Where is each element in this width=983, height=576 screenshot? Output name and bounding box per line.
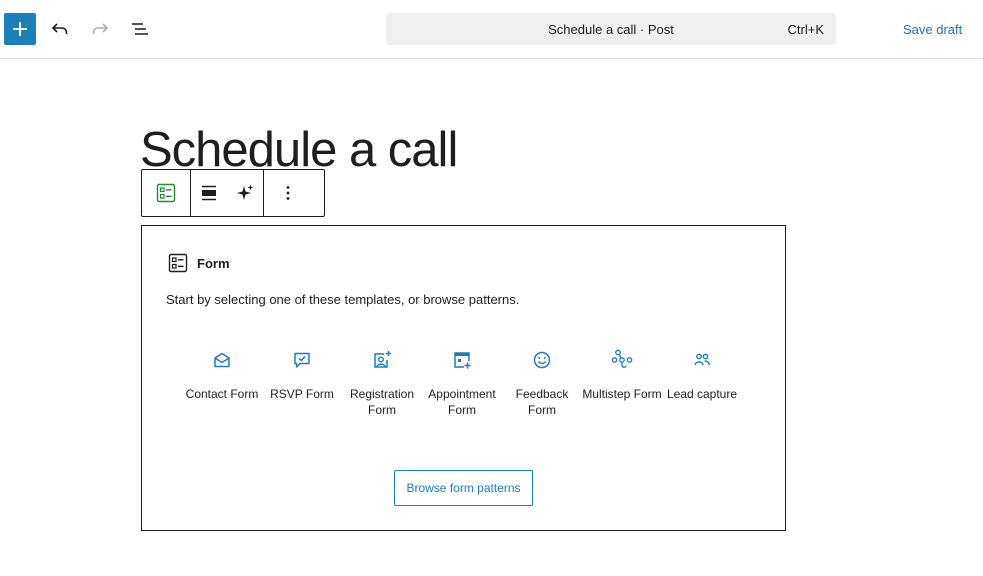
template-label: Registration Form (349, 387, 415, 417)
browse-form-patterns-button[interactable]: Browse form patterns (394, 470, 533, 506)
smiley-icon (533, 351, 551, 369)
template-registration-form[interactable]: Registration Form (342, 348, 422, 418)
calendar-add-icon (454, 352, 471, 369)
template-rsvp-form[interactable]: RSVP Form (262, 348, 342, 418)
form-icon (168, 253, 188, 273)
add-block-button[interactable] (4, 13, 36, 45)
save-draft-button[interactable]: Save draft (903, 22, 962, 37)
keyboard-shortcut: Ctrl+K (787, 22, 824, 37)
form-block-placeholder[interactable]: Form Start by selecting one of these tem… (141, 225, 786, 531)
template-label: RSVP Form (270, 387, 334, 401)
document-title: Schedule a call · Post (548, 21, 674, 37)
redo-button[interactable] (85, 14, 115, 44)
block-type-group (142, 170, 191, 216)
form-templates: Contact Form RSVP Form Registration Form… (182, 348, 742, 418)
ai-assistant-button[interactable] (227, 170, 263, 216)
template-label: Multistep Form (582, 387, 662, 401)
options-group (264, 170, 312, 216)
people-icon (694, 353, 711, 366)
template-feedback-form[interactable]: Feedback Form (502, 348, 582, 418)
form-instructions: Start by selecting one of these template… (166, 292, 520, 307)
template-label: Contact Form (185, 387, 259, 401)
undo-button[interactable] (45, 14, 75, 44)
user-add-icon (374, 351, 391, 368)
form-block-type-button[interactable] (142, 170, 190, 216)
undo-icon (51, 23, 68, 34)
redo-icon (92, 23, 109, 34)
template-multistep-form[interactable]: Multistep Form (582, 348, 662, 418)
template-lead-capture[interactable]: Lead capture (662, 348, 742, 418)
template-appointment-form[interactable]: Appointment Form (422, 348, 502, 418)
align-ai-group (191, 170, 264, 216)
template-label: Appointment Form (428, 387, 496, 417)
document-overview-button[interactable] (125, 14, 155, 44)
align-wide-icon (202, 185, 216, 201)
command-palette-bar[interactable]: Schedule a call · Post Ctrl+K (386, 13, 836, 45)
template-contact-form[interactable]: Contact Form (182, 348, 262, 418)
form-block-header: Form (168, 253, 230, 273)
list-view-icon (132, 23, 148, 35)
block-toolbar (141, 169, 325, 217)
more-vertical-icon (286, 186, 290, 200)
plus-icon (13, 22, 27, 36)
template-label: Lead capture (666, 387, 738, 401)
align-button[interactable] (191, 170, 227, 216)
chat-check-icon (294, 352, 310, 368)
multistep-icon (611, 349, 633, 368)
block-options-button[interactable] (264, 170, 312, 216)
editor-top-bar: Schedule a call · Post Ctrl+K Save draft (0, 0, 983, 59)
form-block-label: Form (197, 255, 230, 271)
template-label: Feedback Form (515, 387, 569, 417)
form-block-icon (156, 183, 176, 203)
envelope-open-icon (214, 352, 230, 368)
sparkles-icon (237, 184, 254, 200)
